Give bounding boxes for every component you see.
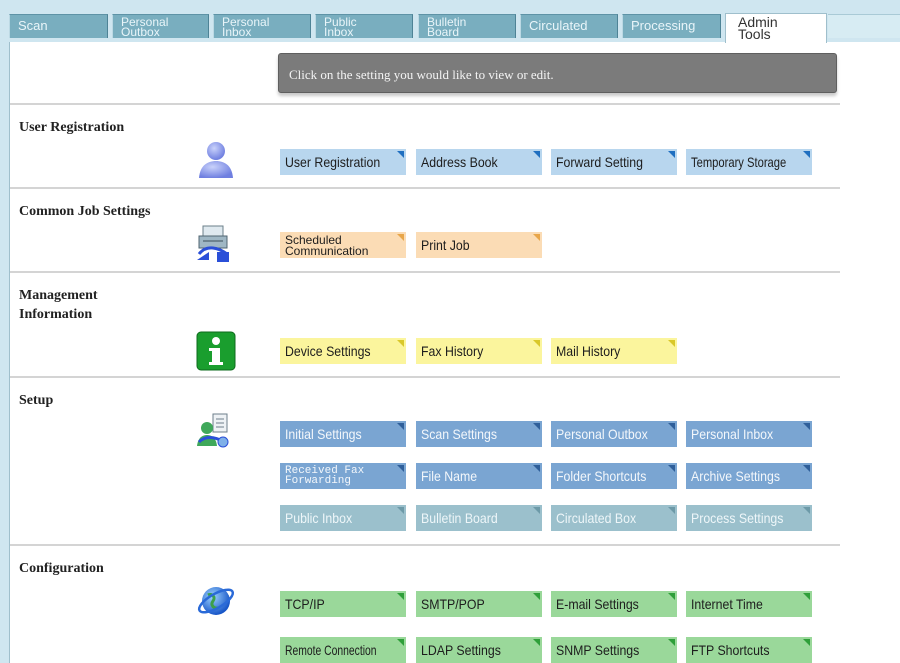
scheduled-communication-button[interactable]: Scheduled Communication xyxy=(280,232,406,258)
tab-circulated-label: Circulated xyxy=(529,18,588,33)
tab-bar: Scan Personal Outbox Personal Inbox Publ… xyxy=(0,0,900,43)
printer-fax-icon xyxy=(197,225,229,262)
admin-tools-panel: Click on the setting you would like to v… xyxy=(9,42,900,663)
tab-processing[interactable]: Processing xyxy=(622,14,721,38)
received-fax-forwarding-button[interactable]: Received Fax Forwarding xyxy=(280,463,406,489)
tab-personal-inbox[interactable]: Personal Inbox xyxy=(213,14,311,38)
tcp-ip-label: TCP/IP xyxy=(285,596,325,612)
initial-settings-button[interactable]: Initial Settings xyxy=(280,421,406,447)
email-settings-label: E-mail Settings xyxy=(556,596,639,612)
scan-settings-label: Scan Settings xyxy=(421,426,498,442)
user-document-icon xyxy=(197,413,229,448)
public-inbox-button[interactable]: Public Inbox xyxy=(280,505,406,531)
remote-connection-label: Remote Connection xyxy=(285,642,377,658)
tab-processing-label: Processing xyxy=(631,18,696,33)
tab-admin-tools-line2: Tools xyxy=(738,26,771,42)
folder-shortcuts-button[interactable]: Folder Shortcuts xyxy=(551,463,677,489)
user-icon xyxy=(199,142,233,178)
fax-history-label: Fax History xyxy=(421,343,484,359)
folder-shortcuts-label: Folder Shortcuts xyxy=(556,468,647,484)
user-registration-label: User Registration xyxy=(285,154,381,170)
address-book-button[interactable]: Address Book xyxy=(416,149,542,175)
section-divider xyxy=(10,376,840,378)
email-settings-button[interactable]: E-mail Settings xyxy=(551,591,677,617)
internet-time-button[interactable]: Internet Time xyxy=(686,591,812,617)
archive-settings-button[interactable]: Archive Settings xyxy=(686,463,812,489)
mail-history-button[interactable]: Mail History xyxy=(551,338,677,364)
device-settings-label: Device Settings xyxy=(285,343,371,359)
section-title-configuration: Configuration xyxy=(19,561,104,576)
personal-inbox-button[interactable]: Personal Inbox xyxy=(686,421,812,447)
tab-admin-tools[interactable]: Admin Tools xyxy=(725,13,827,43)
instruction-text: Click on the setting you would like to v… xyxy=(289,67,554,82)
received-fax-forwarding-line2: Forwarding xyxy=(285,475,352,487)
tab-circulated[interactable]: Circulated xyxy=(520,14,618,38)
device-settings-button[interactable]: Device Settings xyxy=(280,338,406,364)
personal-outbox-button[interactable]: Personal Outbox xyxy=(551,421,677,447)
section-divider xyxy=(10,187,840,189)
smtp-pop-button[interactable]: SMTP/POP xyxy=(416,591,542,617)
bulletin-board-button[interactable]: Bulletin Board xyxy=(416,505,542,531)
file-name-button[interactable]: File Name xyxy=(416,463,542,489)
tab-bulletin-board[interactable]: Bulletin Board xyxy=(418,14,516,38)
snmp-settings-label: SNMP Settings xyxy=(556,642,640,658)
section-title-management: Management Information xyxy=(19,286,98,324)
print-job-button[interactable]: Print Job xyxy=(416,232,542,258)
initial-settings-label: Initial Settings xyxy=(285,426,362,442)
section-divider xyxy=(10,103,840,105)
fax-history-button[interactable]: Fax History xyxy=(416,338,542,364)
bulletin-board-label: Bulletin Board xyxy=(421,510,498,526)
snmp-settings-button[interactable]: SNMP Settings xyxy=(551,637,677,663)
ftp-shortcuts-button[interactable]: FTP Shortcuts xyxy=(686,637,812,663)
ftp-shortcuts-label: FTP Shortcuts xyxy=(691,642,770,658)
tab-scan-label: Scan xyxy=(18,18,48,33)
globe-icon xyxy=(197,587,235,615)
personal-inbox-label: Personal Inbox xyxy=(691,426,774,442)
section-title-user-registration: User Registration xyxy=(19,120,125,135)
address-book-label: Address Book xyxy=(421,154,498,170)
section-title-management-line1: Management xyxy=(19,288,98,303)
process-settings-button[interactable]: Process Settings xyxy=(686,505,812,531)
section-divider xyxy=(10,544,840,546)
ldap-settings-button[interactable]: LDAP Settings xyxy=(416,637,542,663)
circulated-box-label: Circulated Box xyxy=(556,510,637,526)
section-title-management-line2: Information xyxy=(19,307,93,322)
tab-strip-filler xyxy=(828,14,900,38)
temporary-storage-button[interactable]: Temporary Storage xyxy=(686,149,812,175)
user-registration-button[interactable]: User Registration xyxy=(280,149,406,175)
mail-history-label: Mail History xyxy=(556,343,621,359)
tab-scan[interactable]: Scan xyxy=(9,14,108,38)
section-title-common-job: Common Job Settings xyxy=(19,204,151,219)
circulated-box-button[interactable]: Circulated Box xyxy=(551,505,677,531)
file-name-label: File Name xyxy=(421,468,478,484)
process-settings-label: Process Settings xyxy=(691,510,784,526)
smtp-pop-label: SMTP/POP xyxy=(421,596,485,612)
tab-bulletin-board-line2: Board xyxy=(427,25,460,38)
tab-public-inbox-line2: Inbox xyxy=(324,25,354,38)
print-job-label: Print Job xyxy=(421,237,470,253)
temporary-storage-label: Temporary Storage xyxy=(691,154,787,170)
section-divider xyxy=(10,271,840,273)
forward-setting-button[interactable]: Forward Setting xyxy=(551,149,677,175)
tab-public-inbox[interactable]: Public Inbox xyxy=(315,14,413,38)
scheduled-communication-line2: Communication xyxy=(285,244,369,258)
ldap-settings-label: LDAP Settings xyxy=(421,642,501,658)
scan-settings-button[interactable]: Scan Settings xyxy=(416,421,542,447)
section-title-setup: Setup xyxy=(19,393,54,408)
public-inbox-label: Public Inbox xyxy=(285,510,353,526)
internet-time-label: Internet Time xyxy=(691,596,763,612)
remote-connection-button[interactable]: Remote Connection xyxy=(280,637,406,663)
forward-setting-label: Forward Setting xyxy=(556,154,643,170)
tcp-ip-button[interactable]: TCP/IP xyxy=(280,591,406,617)
tab-personal-outbox[interactable]: Personal Outbox xyxy=(112,14,209,38)
personal-outbox-label: Personal Outbox xyxy=(556,426,648,442)
instruction-box: Click on the setting you would like to v… xyxy=(278,53,837,93)
info-icon xyxy=(196,331,236,371)
archive-settings-label: Archive Settings xyxy=(691,468,781,484)
